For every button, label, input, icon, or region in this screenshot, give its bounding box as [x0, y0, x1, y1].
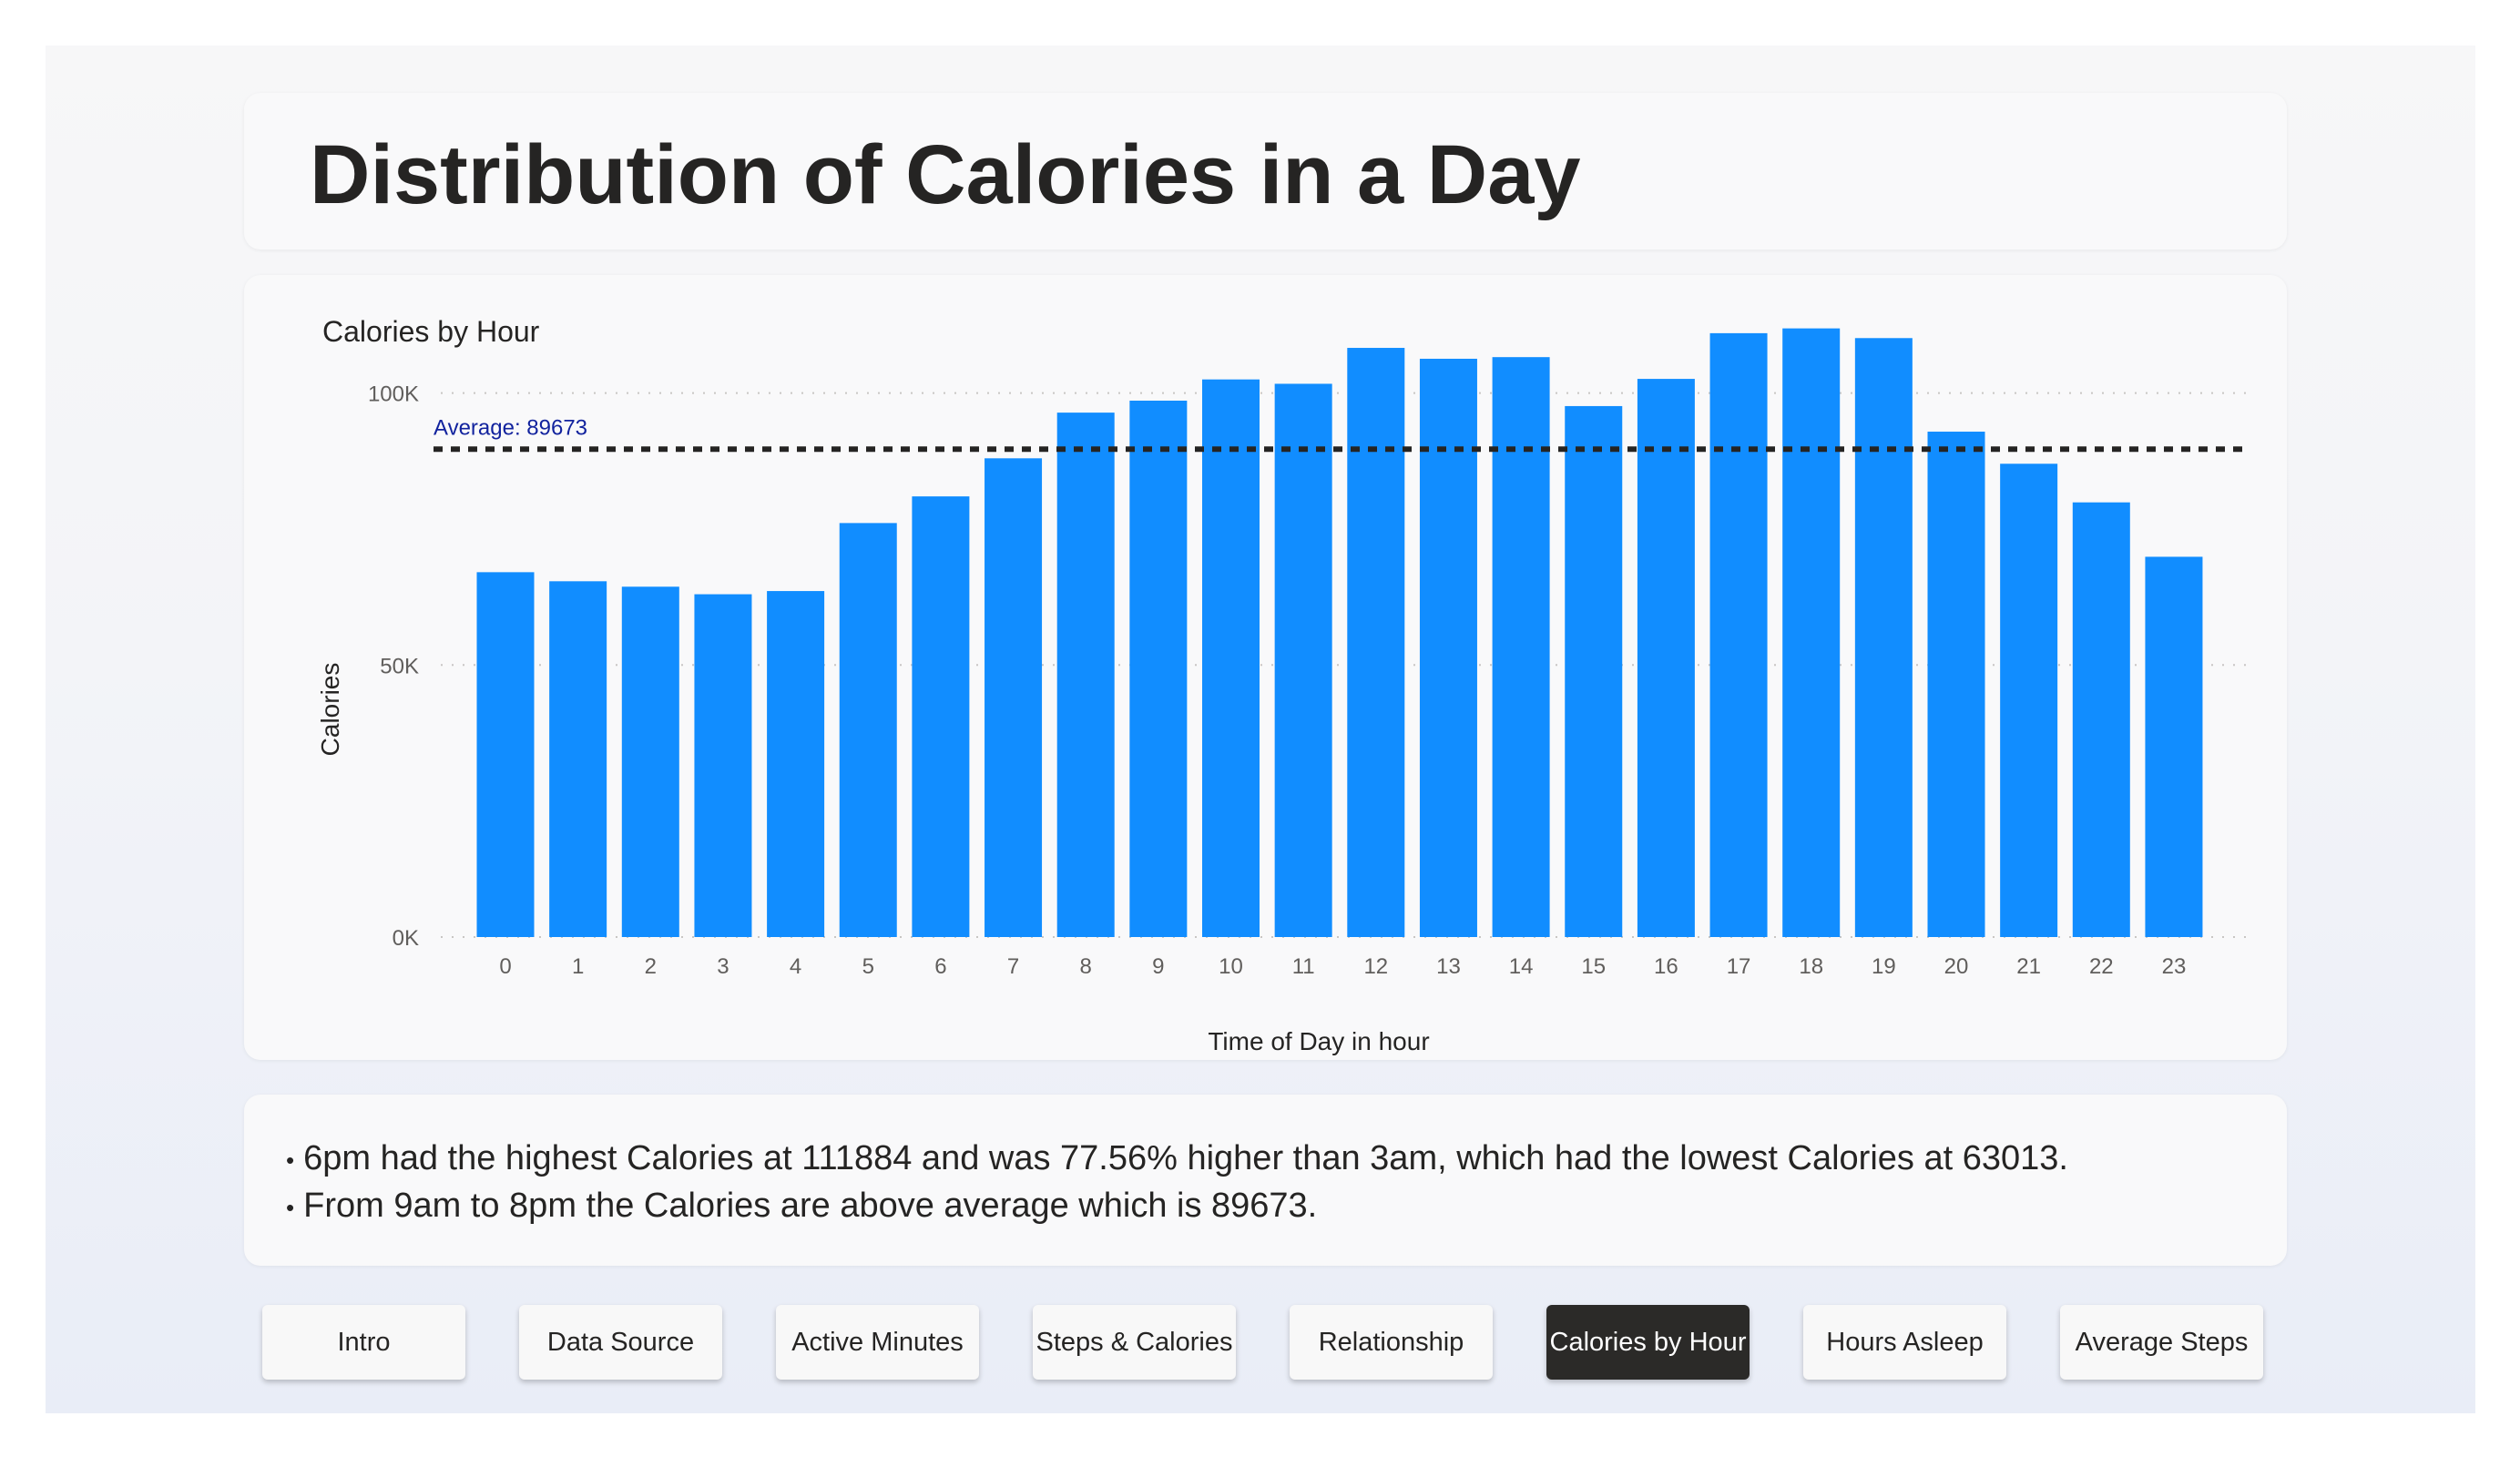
bar[interactable] — [839, 523, 897, 937]
insights-card: • 6pm had the highest Calories at 111884 … — [244, 1095, 2287, 1266]
x-tick-label: 20 — [1944, 954, 1969, 979]
bar[interactable] — [1565, 405, 1623, 937]
x-tick-label: 11 — [1292, 954, 1315, 979]
bar[interactable] — [476, 572, 535, 937]
nav-button-intro[interactable]: Intro — [262, 1305, 465, 1380]
bar[interactable] — [1782, 328, 1841, 937]
x-tick-label: 3 — [717, 954, 729, 979]
bar[interactable] — [2145, 556, 2203, 937]
x-tick-label: 2 — [645, 954, 657, 979]
bars — [476, 328, 2203, 938]
bullet-icon: • — [286, 1193, 295, 1221]
x-tick-label: 19 — [1872, 954, 1896, 979]
bar[interactable] — [549, 581, 607, 937]
bar[interactable] — [1347, 348, 1405, 937]
x-tick-label: 1 — [572, 954, 584, 979]
x-tick-label: 17 — [1727, 954, 1751, 979]
bar[interactable] — [1637, 379, 1695, 937]
y-tick-label: 0K — [393, 926, 419, 951]
x-tick-label: 13 — [1436, 954, 1461, 979]
bar[interactable] — [1854, 338, 1913, 937]
x-tick-label: 0 — [499, 954, 511, 979]
x-tick-label: 21 — [2016, 954, 2041, 979]
insight-text: 6pm had the highest Calories at 111884 a… — [303, 1139, 2068, 1177]
x-tick-label: 6 — [934, 954, 946, 979]
bar[interactable] — [1709, 332, 1768, 938]
x-tick-label: 15 — [1581, 954, 1606, 979]
bar[interactable] — [1129, 400, 1188, 937]
bar[interactable] — [2000, 464, 2058, 938]
x-tick-label: 9 — [1152, 954, 1164, 979]
x-tick-label: 5 — [862, 954, 874, 979]
x-tick-label: 23 — [2162, 954, 2187, 979]
page-title: Distribution of Calories in a Day — [310, 128, 1581, 221]
title-card: Distribution of Calories in a Day — [244, 93, 2287, 250]
bar[interactable] — [694, 594, 752, 937]
x-tick-label: 12 — [1363, 954, 1388, 979]
x-tick-label: 7 — [1007, 954, 1019, 979]
x-tick-label: 16 — [1654, 954, 1678, 979]
bar[interactable] — [1202, 379, 1260, 937]
nav-button-steps-calories[interactable]: Steps & Calories — [1033, 1305, 1236, 1380]
y-tick-label: 100K — [368, 382, 419, 407]
nav-button-hours-asleep[interactable]: Hours Asleep — [1803, 1305, 2006, 1380]
x-tick-label: 10 — [1219, 954, 1243, 979]
bar[interactable] — [1927, 432, 1985, 937]
x-axis-label: Time of Day in hour — [1208, 1027, 1429, 1055]
nav-button-average-steps[interactable]: Average Steps — [2060, 1305, 2263, 1380]
x-tick-label: 22 — [2089, 954, 2114, 979]
bullet-icon: • — [286, 1146, 295, 1174]
chart-card: Calories by Hour 0K 50K 100K 0 1 2 3 4 5 6 7 8 9 10 1… — [244, 275, 2287, 1060]
x-tick-label: 18 — [1799, 954, 1823, 979]
bar[interactable] — [985, 458, 1043, 937]
x-tick-label: 14 — [1509, 954, 1534, 979]
nav-button-relationship[interactable]: Relationship — [1290, 1305, 1493, 1380]
y-tick-label: 50K — [380, 654, 419, 678]
report-canvas: Distribution of Calories in a Day Calori… — [46, 46, 2475, 1413]
insight-item: • 6pm had the highest Calories at 111884 … — [286, 1135, 2068, 1182]
x-axis-ticks: 0 1 2 3 4 5 6 7 8 9 10 11 12 13 14 15 16 17 18 19 20 21 22 23 — [499, 954, 2186, 979]
calories-bar-chart: Calories by Hour 0K50K100K 0 1 2 3 4 5 6 7 8 9 10 1… — [316, 315, 2250, 1055]
bar[interactable] — [1274, 383, 1332, 938]
y-axis-label: Calories — [316, 663, 344, 757]
x-tick-label: 4 — [790, 954, 801, 979]
insight-item: • From 9am to 8pm the Calories are above … — [286, 1182, 2068, 1229]
bar[interactable] — [1492, 357, 1550, 937]
y-axis-ticks: 0K 50K 100K — [368, 382, 419, 951]
insights-list: • 6pm had the highest Calories at 111884 … — [286, 1135, 2068, 1229]
nav-button-active-minutes[interactable]: Active Minutes — [776, 1305, 979, 1380]
x-tick-label: 8 — [1080, 954, 1092, 979]
chart-title: Calories by Hour — [322, 315, 540, 348]
average-label: Average: 89673 — [434, 415, 587, 440]
bar[interactable] — [912, 496, 970, 937]
insight-text: From 9am to 8pm the Calories are above a… — [303, 1187, 1318, 1225]
nav-button-data-source[interactable]: Data Source — [519, 1305, 722, 1380]
bar[interactable] — [1056, 413, 1115, 938]
bar[interactable] — [2072, 502, 2130, 937]
bar[interactable] — [767, 591, 825, 937]
bar[interactable] — [621, 586, 679, 937]
bar[interactable] — [1419, 358, 1477, 938]
nav-button-calories-by-hour[interactable]: Calories by Hour — [1546, 1305, 1750, 1380]
